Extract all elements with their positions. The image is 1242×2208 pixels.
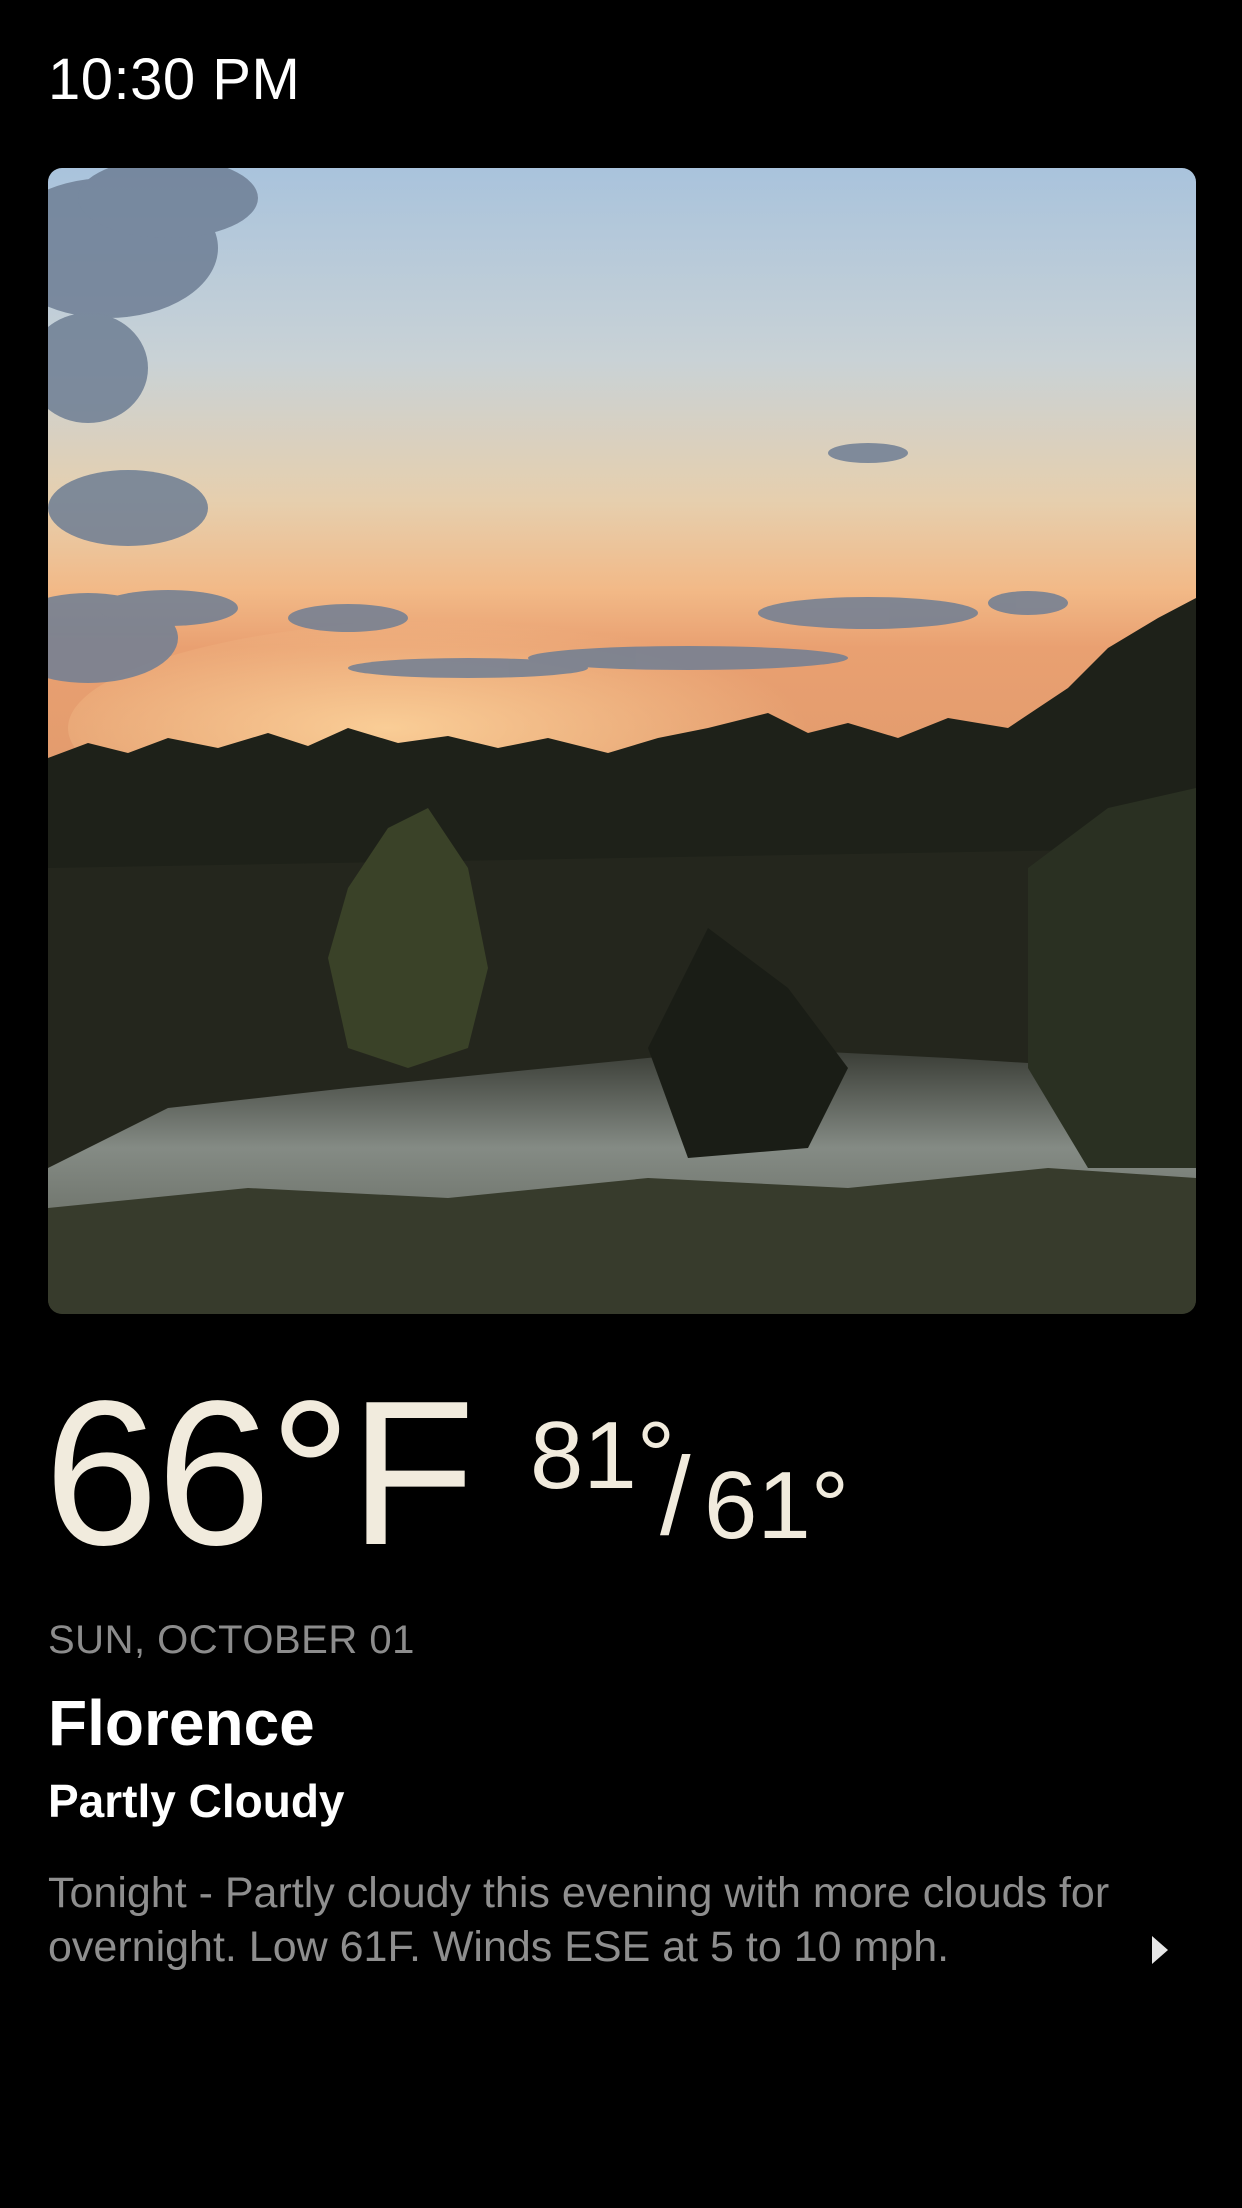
current-temperature: 66°F — [44, 1358, 475, 1588]
chevron-right-icon — [1152, 1936, 1168, 1964]
low-temperature: 61° — [704, 1452, 850, 1559]
forecast-summary-link[interactable]: Tonight - Partly cloudy this evening wit… — [48, 1866, 1196, 2036]
date-label: SUN, OCTOBER 01 — [48, 1618, 415, 1662]
temperature-separator: / — [660, 1435, 691, 1558]
sunset-lake-image — [48, 168, 1196, 1314]
forecast-text: Tonight - Partly cloudy this evening wit… — [48, 1869, 1110, 1971]
city-name: Florence — [48, 1687, 315, 1759]
location-photo — [48, 168, 1196, 1314]
status-time: 10:30 PM — [48, 47, 301, 112]
high-temperature: 81° — [530, 1402, 676, 1509]
weather-condition: Partly Cloudy — [48, 1775, 345, 1827]
